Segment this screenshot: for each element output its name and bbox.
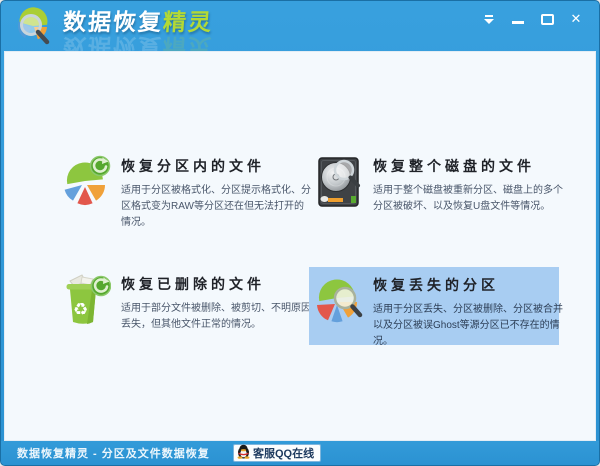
pie-chart-refresh-icon	[63, 154, 111, 212]
option-recover-lost-partition[interactable]: 恢复丢失的分区 适用于分区丢失、分区被删除、分区被合并以及分区被误Ghost等源…	[309, 267, 559, 345]
panel-description: 适用于整个磁盘被重新分区、磁盘上的多个分区被破坏、以及恢复U盘文件等情况。	[373, 183, 565, 215]
qq-penguin-icon	[237, 444, 250, 462]
qq-button-label: 客服QQ在线	[253, 445, 314, 461]
close-icon[interactable]: ✕	[569, 12, 583, 26]
app-logo-icon	[13, 7, 55, 47]
app-window: 数据恢复精灵 数据恢复精灵 ✕	[0, 0, 600, 466]
svg-text:♻: ♻	[73, 300, 88, 320]
app-title: 数据恢复精灵	[62, 9, 214, 35]
panel-title[interactable]: 恢复已删除的文件	[121, 274, 313, 294]
chevron-down-icon[interactable]	[482, 12, 496, 26]
panel-description: 适用于部分文件被删除、被剪切、不明原因丢失，但其他文件正常的情况。	[121, 301, 313, 333]
minimize-icon[interactable]	[511, 12, 525, 26]
panel-title[interactable]: 恢复分区内的文件	[121, 156, 313, 176]
panel-title[interactable]: 恢复丢失的分区	[373, 275, 565, 295]
panel-description: 适用于分区被格式化、分区提示格式化、分区格式变为RAW等分区还在但无法打开的情况…	[121, 183, 313, 231]
maximize-icon[interactable]	[540, 12, 554, 26]
option-recover-whole-disk-files[interactable]: 恢复整个磁盘的文件 适用于整个磁盘被重新分区、磁盘上的多个分区被破坏、以及恢复U…	[309, 148, 559, 221]
window-controls: ✕	[482, 12, 583, 26]
status-bar: 数据恢复精灵 - 分区及文件数据恢复 客服QQ在线	[1, 441, 599, 465]
panel-title[interactable]: 恢复整个磁盘的文件	[373, 156, 565, 176]
hdd-search-icon	[315, 154, 363, 212]
title-bar[interactable]: 数据恢复精灵 数据恢复精灵 ✕	[1, 1, 599, 51]
qq-support-button[interactable]: 客服QQ在线	[233, 444, 321, 462]
panel-description: 适用于分区丢失、分区被删除、分区被合并以及分区被误Ghost等源分区已不存在的情…	[373, 302, 565, 350]
option-recover-deleted-files[interactable]: ♻ 恢复已删除的文件 适用于部分文件被删除、被剪切、不明原因丢失，但其他文件正常…	[57, 266, 307, 339]
status-text: 数据恢复精灵 - 分区及文件数据恢复	[17, 445, 210, 461]
option-recover-partition-files[interactable]: 恢复分区内的文件 适用于分区被格式化、分区提示格式化、分区格式变为RAW等分区还…	[57, 148, 307, 237]
recycle-bin-refresh-icon: ♻	[63, 272, 111, 330]
pie-chart-search-icon	[315, 273, 363, 331]
main-content: 恢复分区内的文件 适用于分区被格式化、分区提示格式化、分区格式变为RAW等分区还…	[4, 51, 596, 441]
